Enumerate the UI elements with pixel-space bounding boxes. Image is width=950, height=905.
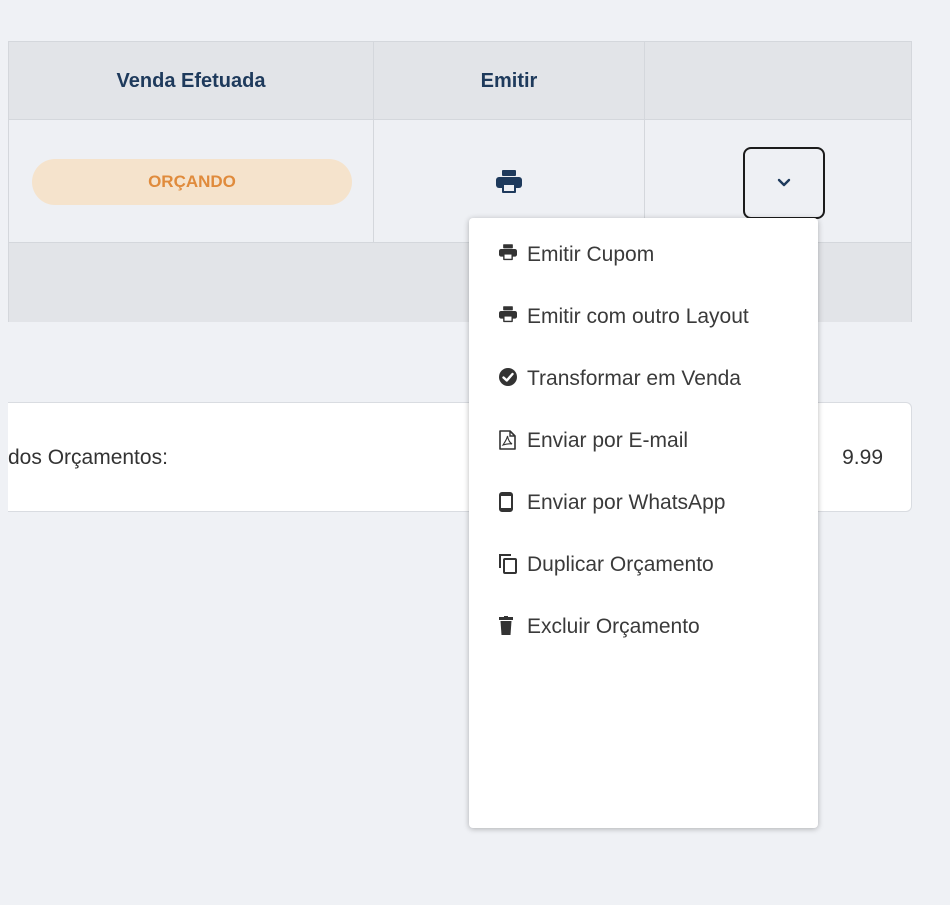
pdf-file-icon — [499, 430, 521, 450]
print-icon — [499, 306, 521, 324]
menu-item-label: Emitir com outro Layout — [527, 305, 749, 328]
copy-icon — [499, 554, 521, 574]
menu-item-label: Transformar em Venda — [527, 367, 741, 390]
menu-item-enviar-whatsapp[interactable]: Enviar por WhatsApp — [469, 474, 818, 536]
cell-status: ORÇANDO — [9, 120, 374, 243]
mobile-icon — [499, 492, 521, 512]
menu-item-enviar-email[interactable]: Enviar por E-mail — [469, 412, 818, 474]
menu-item-emitir-outro-layout[interactable]: Emitir com outro Layout — [469, 288, 818, 350]
total-value: 9.99 — [842, 446, 883, 469]
header-venda-efetuada: Venda Efetuada — [9, 42, 374, 120]
menu-item-transformar-venda[interactable]: Transformar em Venda — [469, 350, 818, 412]
check-circle-icon — [499, 368, 521, 386]
status-badge: ORÇANDO — [32, 158, 352, 205]
menu-item-label: Enviar por WhatsApp — [527, 491, 726, 514]
print-icon — [496, 169, 522, 193]
menu-item-label: Duplicar Orçamento — [527, 553, 714, 576]
menu-item-label: Excluir Orçamento — [527, 615, 700, 638]
total-label: dos Orçamentos: — [8, 446, 168, 469]
menu-item-label: Enviar por E-mail — [527, 429, 689, 452]
trash-icon — [499, 616, 521, 635]
menu-item-emitir-cupom[interactable]: Emitir Cupom — [469, 226, 818, 288]
chevron-down-icon — [777, 178, 791, 187]
print-button[interactable] — [492, 165, 526, 199]
header-emitir: Emitir — [374, 42, 645, 120]
actions-dropdown-toggle[interactable] — [743, 146, 825, 219]
menu-item-label: Emitir Cupom — [527, 243, 655, 266]
table-header: Venda Efetuada Emitir — [9, 42, 911, 120]
print-icon — [499, 244, 521, 262]
menu-item-excluir-orcamento[interactable]: Excluir Orçamento — [469, 598, 818, 660]
actions-dropdown-menu: Emitir Cupom Emitir com outro Layout Tra… — [469, 218, 818, 828]
menu-item-duplicar-orcamento[interactable]: Duplicar Orçamento — [469, 536, 818, 598]
header-actions — [645, 42, 913, 120]
